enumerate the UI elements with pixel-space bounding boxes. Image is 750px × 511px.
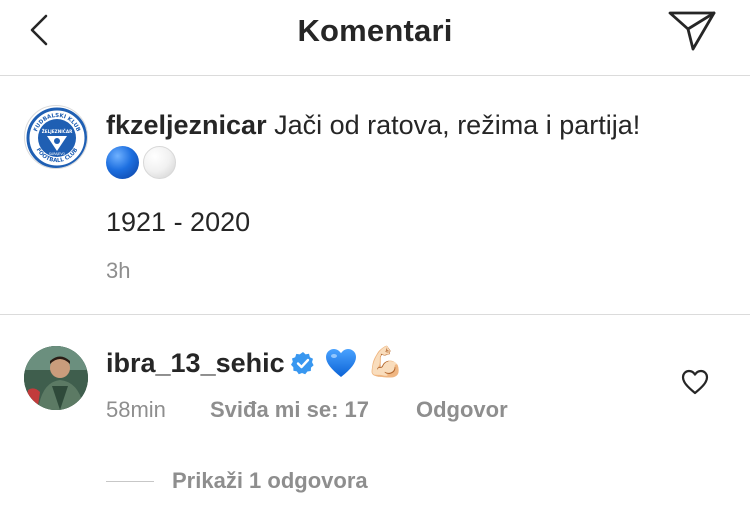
white-circle-icon: [143, 146, 176, 180]
user-photo: [24, 346, 88, 410]
caption-time: 3h: [106, 258, 131, 283]
caption-body: fkzeljeznicar Jači od ratova, režima i p…: [106, 107, 726, 181]
logo-city-text: SARAJEVO: [49, 152, 66, 156]
blue-heart-icon: [325, 349, 356, 377]
caption-text: Jači od ratova, režima i partija!: [274, 110, 641, 140]
comment-item: ibra_13_sehic 💪🏻 58min Sviđa mi se: 17 O…: [0, 316, 750, 511]
comment-header: ibra_13_sehic 💪🏻: [106, 343, 404, 383]
user-avatar[interactable]: [24, 346, 88, 410]
heart-outline-icon[interactable]: [681, 369, 709, 395]
replies-divider: [106, 480, 154, 482]
club-avatar[interactable]: FUDBALSKI KLUB FOOTBALL CLUB ŽELJEZNIČAR…: [24, 105, 88, 169]
logo-middle-text: ŽELJEZNIČAR: [42, 129, 73, 134]
verified-badge-icon: [290, 352, 314, 375]
post-caption: FUDBALSKI KLUB FOOTBALL CLUB ŽELJEZNIČAR…: [0, 77, 750, 315]
caption-username[interactable]: fkzeljeznicar: [106, 110, 267, 140]
caption-years: 1921 - 2020: [106, 207, 251, 237]
comment-time: 58min: [106, 397, 166, 422]
caption-emojis: [106, 143, 726, 181]
page-title: Komentari: [297, 13, 453, 48]
comment-meta: 58min Sviđa mi se: 17 Odgovor: [106, 397, 508, 423]
club-logo-icon: FUDBALSKI KLUB FOOTBALL CLUB ŽELJEZNIČAR…: [26, 107, 87, 168]
blue-circle-icon: [106, 146, 139, 180]
comment-username[interactable]: ibra_13_sehic: [106, 348, 285, 379]
view-replies-button[interactable]: Prikaži 1 odgovora: [106, 468, 368, 494]
view-replies-label: Prikaži 1 odgovora: [172, 468, 368, 493]
header-bar: Komentari: [0, 0, 750, 76]
flexed-biceps-icon: 💪🏻: [366, 346, 404, 379]
paper-plane-icon[interactable]: [666, 8, 718, 54]
comment-likes[interactable]: Sviđa mi se: 17: [210, 397, 416, 423]
reply-button[interactable]: Odgovor: [416, 397, 508, 423]
